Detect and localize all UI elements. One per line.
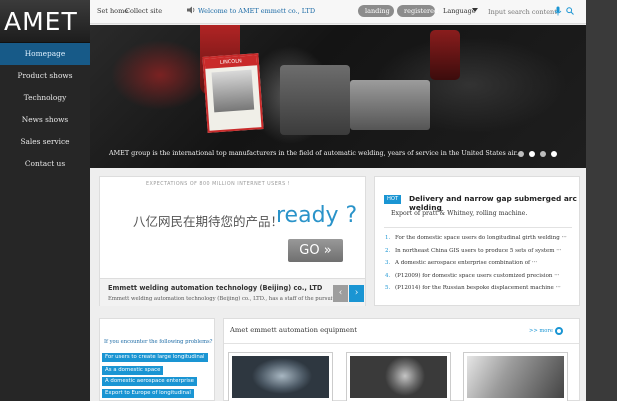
nav-item-contact-us[interactable]: Contact us	[0, 153, 90, 175]
company-title[interactable]: Emmett welding automation technology (Be…	[108, 284, 322, 292]
slider-dots	[518, 151, 557, 157]
news-number: 1.	[385, 235, 391, 241]
promo-ready-text: ready ?	[276, 203, 358, 228]
news-text: A domestic aerospace enterprise combinat…	[395, 260, 538, 267]
news-number: 2.	[385, 247, 391, 254]
news-number: 3.	[385, 260, 391, 267]
hot-badge: HOT	[384, 195, 402, 204]
nav-item-technology[interactable]: Technology	[0, 87, 90, 109]
go-button[interactable]: GO »	[288, 239, 343, 262]
banner-machine	[350, 80, 430, 130]
language-select[interactable]: Language	[443, 7, 476, 15]
site-logo[interactable]: AMET	[0, 0, 90, 43]
nav-item-sales-service[interactable]: Sales service	[0, 131, 90, 153]
news-list: 1. For the domestic space users do longit…	[385, 232, 575, 295]
register-button[interactable]: registered	[397, 5, 438, 17]
news-panel: HOT Delivery and narrow gap submerged ar…	[374, 176, 580, 306]
next-arrow-button[interactable]: ›	[349, 285, 364, 302]
welcome-message: Welcome to AMET emmett co., LTD	[198, 7, 316, 15]
page-margin	[586, 0, 617, 401]
slider-dot-2[interactable]	[529, 151, 535, 157]
promo-footer: Emmett welding automation technology (Be…	[100, 278, 365, 306]
equipment-image	[350, 356, 447, 398]
collect-site-link[interactable]: Collect site	[125, 7, 162, 15]
caret-down-icon[interactable]	[472, 8, 478, 12]
speaker-icon	[187, 6, 195, 14]
equipment-thumbnail[interactable]	[228, 352, 333, 401]
nav-item-homepage[interactable]: Homepage	[0, 43, 90, 65]
sign-label: LINCOLN	[204, 55, 258, 69]
slider-dot-1[interactable]	[518, 151, 524, 157]
news-item[interactable]: 1. For the domestic space users do longit…	[385, 232, 575, 245]
banner-sign: LINCOLN	[202, 53, 264, 133]
more-circle-icon[interactable]	[555, 327, 563, 335]
slider-dot-3[interactable]	[540, 151, 546, 157]
equipment-thumbnail[interactable]	[346, 352, 451, 401]
sign-image	[211, 69, 255, 113]
microphone-icon[interactable]	[554, 6, 562, 16]
divider	[224, 343, 579, 344]
news-text: For the domestic space users do longitud…	[395, 235, 567, 241]
set-home-link[interactable]: Set home	[97, 7, 128, 15]
problems-panel: If you encounter the following problems?…	[99, 318, 215, 401]
divider	[384, 227, 572, 228]
sidebar: AMET Homepage Product shows Technology N…	[0, 0, 90, 401]
news-number: 4.	[385, 272, 391, 279]
equipment-panel: Amet emmett automation equipment >> more	[223, 318, 580, 401]
problem-tag[interactable]: For users to create large longitudinal	[102, 353, 208, 362]
problem-tag[interactable]: As a domestic space	[102, 366, 164, 375]
top-bar: Set home Collect site Welcome to AMET em…	[90, 0, 586, 24]
promo-chinese-text: 八亿网民在期待您的产品！	[133, 214, 284, 229]
promo-panel: EXPECTATIONS OF 800 MILLION INTERNET USE…	[99, 176, 366, 306]
nav-item-news-shows[interactable]: News shows	[0, 109, 90, 131]
banner-equipment	[430, 30, 460, 80]
problem-tag[interactable]: A domestic aerospace enterprise	[102, 377, 197, 386]
news-subline: Export of pratt & Whitney, rolling machi…	[391, 210, 528, 217]
news-text: (P12014) for the Russian bespoke displac…	[395, 285, 561, 292]
slider-dot-4[interactable]	[551, 151, 557, 157]
news-item[interactable]: 5. (P12014) for the Russian bespoke displ…	[385, 282, 575, 295]
banner-caption: AMET group is the international top manu…	[109, 149, 523, 157]
equipment-heading: Amet emmett automation equipment	[230, 326, 357, 334]
nav-item-product-shows[interactable]: Product shows	[0, 65, 90, 87]
prev-arrow-button[interactable]: ‹	[333, 285, 348, 302]
equipment-image	[467, 356, 564, 398]
main-content: Set home Collect site Welcome to AMET em…	[90, 0, 586, 401]
company-description: Emmett welding automation technology (Be…	[108, 296, 347, 302]
banner-machine	[280, 65, 350, 135]
hero-banner[interactable]: LINCOLN AMET group is the international …	[90, 25, 586, 168]
promo-tagline: EXPECTATIONS OF 800 MILLION INTERNET USE…	[146, 182, 291, 187]
news-number: 5.	[385, 285, 391, 292]
news-text: In northeast China GIS users to produce …	[395, 247, 562, 254]
news-item[interactable]: 2. In northeast China GIS users to produc…	[385, 245, 575, 258]
search-icon[interactable]	[566, 7, 574, 15]
problem-tag[interactable]: Export to Europe of longitudinal	[102, 389, 194, 398]
equipment-image	[232, 356, 329, 398]
news-item[interactable]: 3. A domestic aerospace enterprise combin…	[385, 257, 575, 270]
news-text: (P12009) for domestic space users custom…	[395, 272, 560, 279]
problems-title: If you encounter the following problems?	[104, 339, 213, 345]
landing-button[interactable]: landing	[358, 5, 394, 17]
equipment-thumbnail[interactable]	[463, 352, 568, 401]
news-item[interactable]: 4. (P12009) for domestic space users cust…	[385, 270, 575, 283]
more-link[interactable]: >> more	[529, 328, 553, 334]
